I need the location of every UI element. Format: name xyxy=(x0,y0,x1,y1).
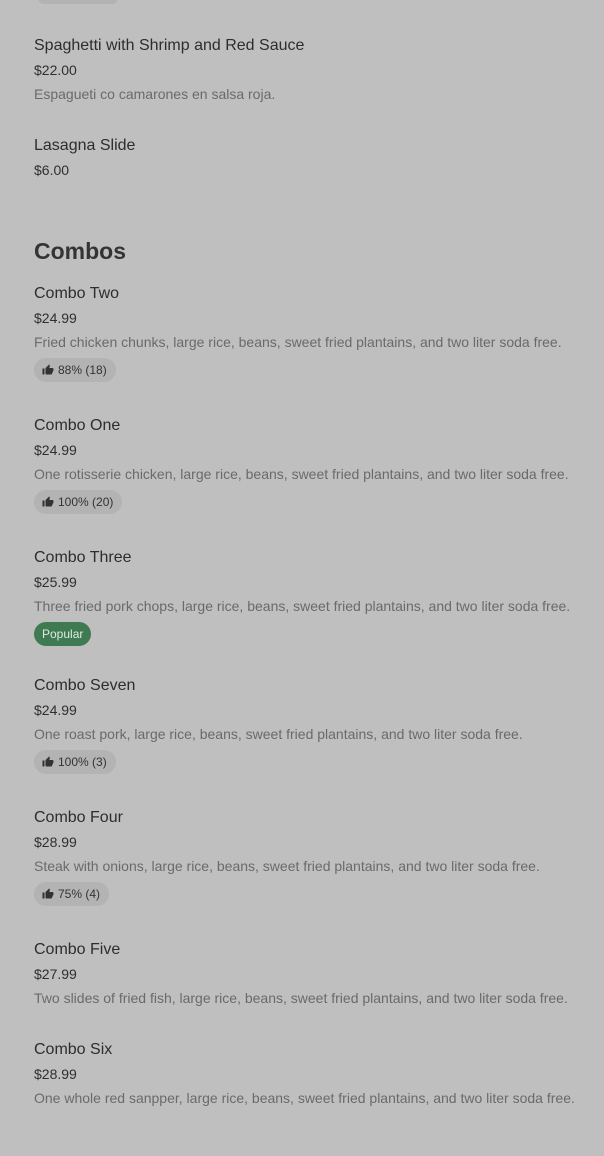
rating-text: 88% (18) xyxy=(58,363,107,377)
menu-item-combo-five[interactable]: Combo Five $27.99 Two slides of fried fi… xyxy=(34,940,594,1007)
thumbs-up-icon xyxy=(42,888,54,899)
item-price: $25.99 xyxy=(34,574,77,590)
item-price: $28.99 xyxy=(34,834,77,850)
item-description: One whole red sanpper, large rice, beans… xyxy=(34,1090,575,1106)
item-name: Combo Two xyxy=(34,285,120,302)
thumbs-up-icon xyxy=(42,756,54,767)
item-price: $24.99 xyxy=(34,310,77,326)
menu-item-spaghetti-shrimp[interactable]: Spaghetti with Shrimp and Red Sauce $22.… xyxy=(34,36,594,103)
menu-item-combo-one[interactable]: Combo One $24.99 One rotisserie chicken,… xyxy=(34,416,594,514)
menu-item-combo-seven[interactable]: Combo Seven $24.99 One roast pork, large… xyxy=(34,676,594,774)
rating-badge: 100% (20) xyxy=(34,490,123,514)
section-title-combos: Combos xyxy=(34,238,126,264)
item-description: Espagueti co camarones en salsa roja. xyxy=(34,86,276,102)
item-description: Fried chicken chunks, large rice, beans,… xyxy=(34,334,562,350)
item-name: Combo Four xyxy=(34,809,123,826)
item-name: Combo One xyxy=(34,417,121,434)
item-description: One roast pork, large rice, beans, sweet… xyxy=(34,726,523,742)
item-description: Steak with onions, large rice, beans, sw… xyxy=(34,858,540,874)
rating-badge: 88% (18) xyxy=(34,358,116,382)
item-name: Combo Three xyxy=(34,549,132,566)
menu-item-combo-three[interactable]: Combo Three $25.99 Three fried pork chop… xyxy=(34,548,594,646)
menu-item-lasagna-slide[interactable]: Lasagna Slide $6.00 xyxy=(34,136,594,179)
thumbs-up-icon xyxy=(42,496,54,507)
thumbs-up-icon xyxy=(42,364,54,375)
item-name: Lasagna Slide xyxy=(34,137,136,154)
menu-item-combo-four[interactable]: Combo Four $28.99 Steak with onions, lar… xyxy=(34,808,594,906)
rating-text: 100% (3) xyxy=(58,755,107,769)
popular-badge: Popular xyxy=(34,622,92,646)
item-price: $27.99 xyxy=(34,966,77,982)
item-description: One rotisserie chicken, large rice, bean… xyxy=(34,466,569,482)
previous-item-badge xyxy=(38,0,118,4)
item-name: Spaghetti with Shrimp and Red Sauce xyxy=(34,37,305,54)
item-name: Combo Six xyxy=(34,1041,113,1058)
menu-item-combo-six[interactable]: Combo Six $28.99 One whole red sanpper, … xyxy=(34,1040,594,1107)
item-price: $6.00 xyxy=(34,162,70,178)
item-price: $28.99 xyxy=(34,1066,77,1082)
item-price: $24.99 xyxy=(34,702,77,718)
item-name: Combo Seven xyxy=(34,677,136,694)
menu-item-combo-two[interactable]: Combo Two $24.99 Fried chicken chunks, l… xyxy=(34,284,594,382)
rating-text: 100% (20) xyxy=(58,495,114,509)
item-description: Two slides of fried fish, large rice, be… xyxy=(34,990,568,1006)
item-name: Combo Five xyxy=(34,941,121,958)
rating-badge: 100% (3) xyxy=(34,750,116,774)
rating-text: 75% (4) xyxy=(58,887,101,901)
item-price: $24.99 xyxy=(34,442,77,458)
rating-badge: 75% (4) xyxy=(34,882,110,906)
item-description: Three fried pork chops, large rice, bean… xyxy=(34,598,571,614)
item-price: $22.00 xyxy=(34,62,77,78)
